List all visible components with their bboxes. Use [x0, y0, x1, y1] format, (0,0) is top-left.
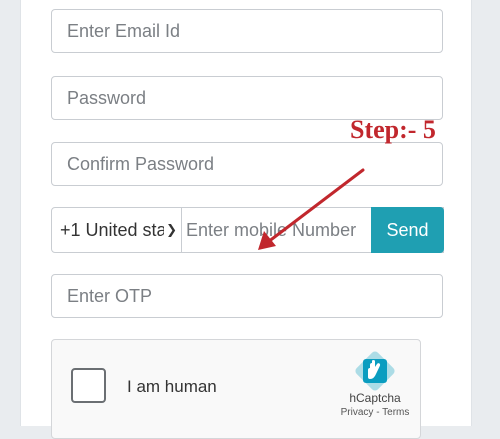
arrow-annotation-icon — [258, 168, 365, 250]
